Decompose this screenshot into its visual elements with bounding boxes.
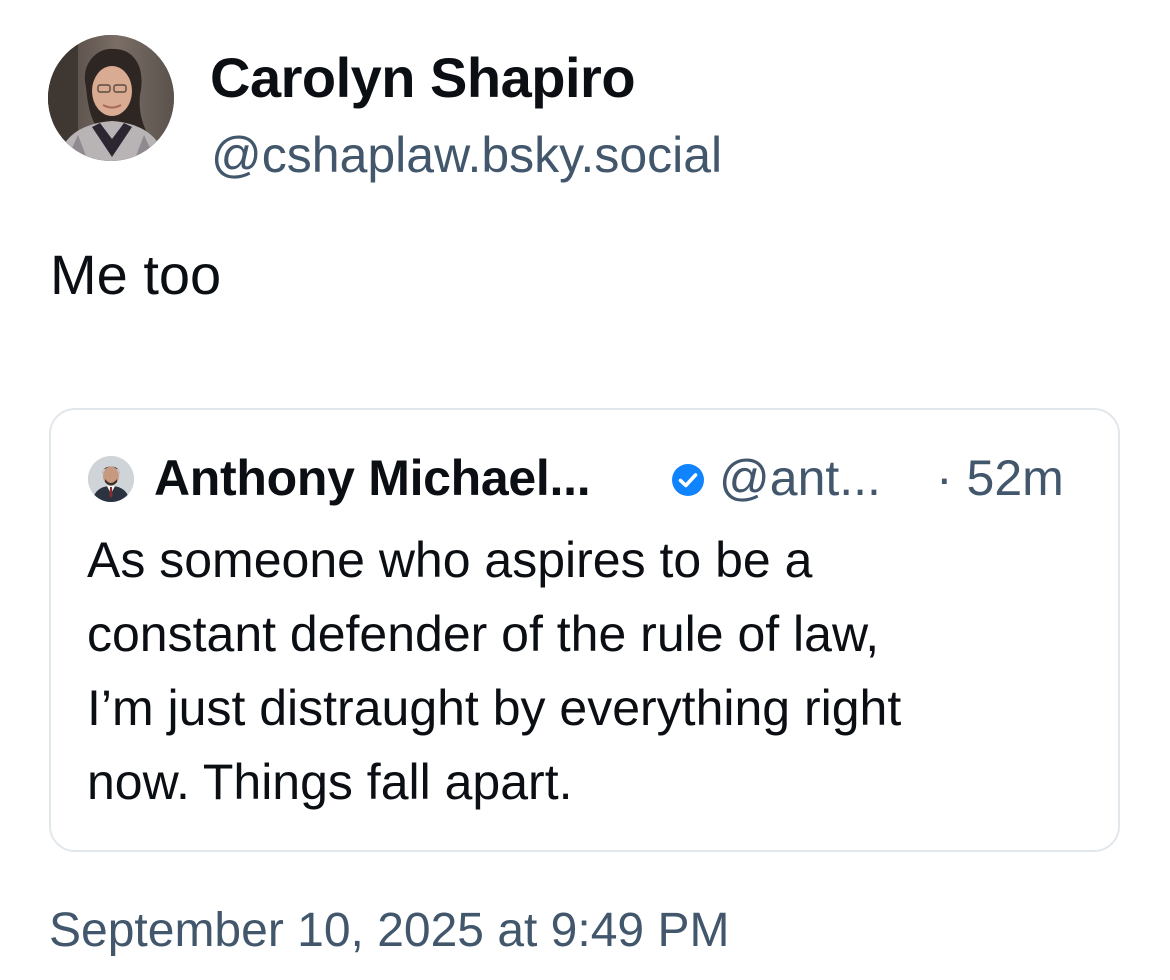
author-handle[interactable]: @cshaplaw.bsky.social xyxy=(211,124,722,186)
verified-check-icon xyxy=(671,463,705,497)
quoted-author-display-name[interactable]: Anthony Michael... xyxy=(154,448,591,508)
quoted-post-text-line: now. Things fall apart. xyxy=(87,754,573,810)
author-avatar-image xyxy=(48,35,174,161)
author-avatar[interactable] xyxy=(48,35,174,161)
quoted-author-avatar[interactable] xyxy=(88,456,134,502)
post-timestamp[interactable]: September 10, 2025 at 9:49 PM xyxy=(49,900,729,962)
quoted-author-avatar-image xyxy=(88,456,134,502)
author-display-name[interactable]: Carolyn Shapiro xyxy=(210,44,636,112)
quoted-post-time[interactable]: · 52m xyxy=(936,448,1064,508)
quoted-post-text-line: constant defender of the rule of law, xyxy=(87,606,880,662)
quoted-post-text-line: I’m just distraught by everything right xyxy=(87,680,902,736)
quoted-post-text: As someone who aspires to be a constant … xyxy=(87,523,1097,819)
quoted-author-handle[interactable]: @ant... xyxy=(719,448,881,508)
post-text: Me too xyxy=(50,243,222,306)
quoted-post-text-line: As someone who aspires to be a xyxy=(87,532,813,588)
quoted-post-card[interactable]: Anthony Michael... @ant... · 52m As some… xyxy=(49,408,1120,852)
